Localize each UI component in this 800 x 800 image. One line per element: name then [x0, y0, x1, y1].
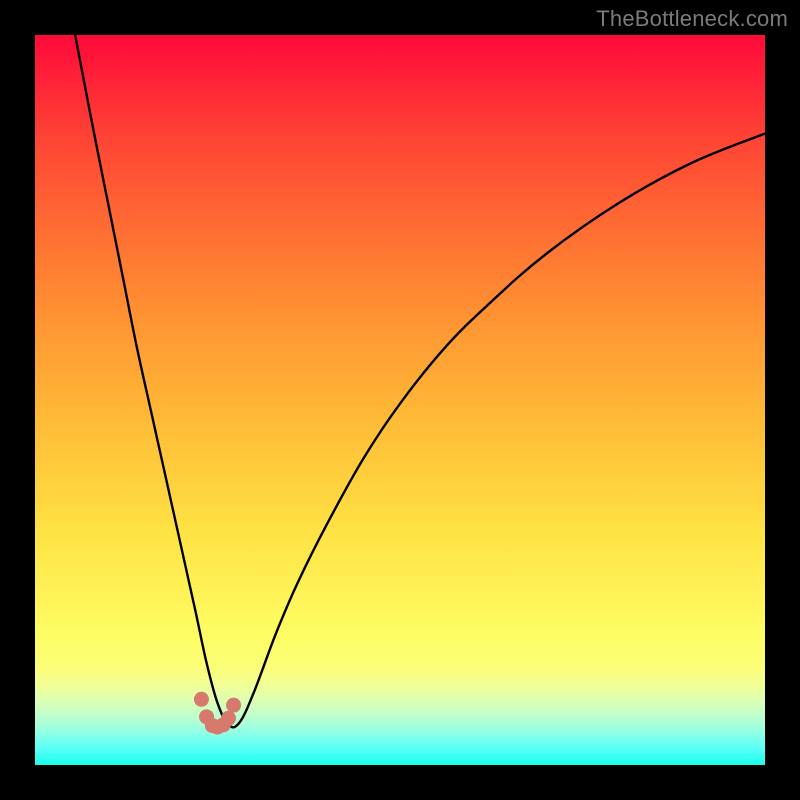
plot-area	[35, 35, 765, 765]
watermark-text: TheBottleneck.com	[596, 6, 788, 32]
chart-frame	[35, 35, 765, 765]
background-gradient	[35, 35, 765, 765]
